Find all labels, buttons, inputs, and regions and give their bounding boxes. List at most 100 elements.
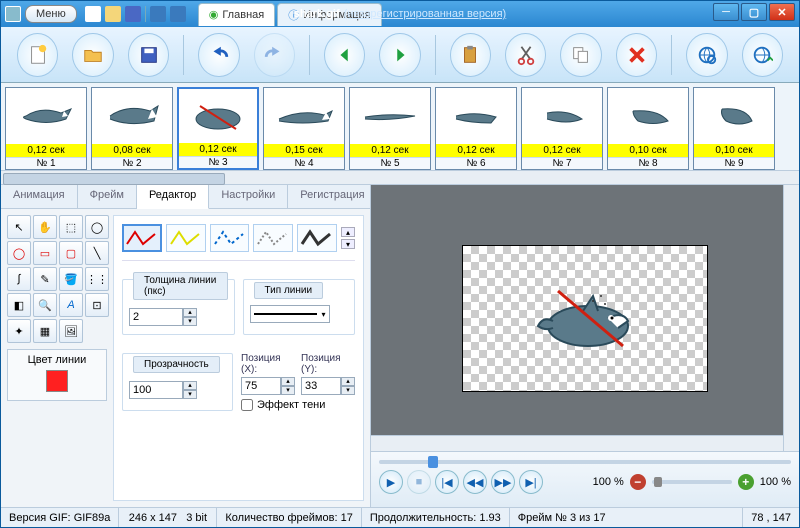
frame-thumb[interactable]: 0,12 сек№ 6	[435, 87, 517, 170]
zoom-tool-icon[interactable]: 🔍	[33, 293, 57, 317]
roundrect-tool-icon[interactable]: ▢	[59, 241, 83, 265]
undo-icon[interactable]	[150, 6, 166, 22]
zoom-out-button[interactable]: −	[630, 474, 646, 490]
zoom-slider[interactable]	[652, 480, 732, 484]
line-tool-icon[interactable]: ╲	[85, 241, 109, 265]
text-tool-icon[interactable]: A	[59, 293, 83, 317]
close-button[interactable]: ✕	[769, 3, 795, 21]
app-icon	[5, 6, 21, 22]
canvas-vscrollbar[interactable]	[783, 185, 799, 451]
lasso-tool-icon[interactable]: ◯	[85, 215, 109, 239]
line-color-box: Цвет линии	[7, 349, 107, 401]
frame-thumb[interactable]: 0,12 сек№ 7	[521, 87, 603, 170]
opacity-label: Прозрачность	[133, 356, 220, 373]
shark-drawing	[533, 276, 643, 356]
spin-down-icon[interactable]: ▾	[183, 317, 197, 326]
play-button[interactable]: ▶	[379, 470, 403, 494]
cut-button[interactable]	[505, 33, 546, 77]
frame-thumb[interactable]: 0,12 сек№ 1	[5, 87, 87, 170]
select-tool-icon[interactable]: ↖	[7, 215, 31, 239]
undo-button[interactable]	[198, 33, 239, 77]
zoom-in-button[interactable]: +	[738, 474, 754, 490]
last-button[interactable]: ▶|	[519, 470, 543, 494]
tab-animation[interactable]: Анимация	[1, 185, 78, 208]
image-tool-icon[interactable]: 🖼	[59, 319, 83, 343]
open-icon[interactable]	[105, 6, 121, 22]
stop-button[interactable]: ■	[407, 470, 431, 494]
canvas-panel: ▶ ■ |◀ ◀◀ ▶▶ ▶| 100 % − + 100 %	[371, 185, 799, 507]
ellipse-tool-icon[interactable]: ◯	[7, 241, 31, 265]
new-icon[interactable]	[85, 6, 101, 22]
effect2-tool-icon[interactable]: ▦	[33, 319, 57, 343]
color-swatch[interactable]	[46, 370, 68, 392]
canvas-hscrollbar[interactable]	[371, 435, 783, 451]
eraser-tool-icon[interactable]: ◧	[7, 293, 31, 317]
copy-button[interactable]	[560, 33, 601, 77]
hand-tool-icon[interactable]: ✋	[33, 215, 57, 239]
curve-tool-icon[interactable]: ∫	[7, 267, 31, 291]
status-bar: Версия GIF: GIF89a 246 x 147 3 bit Колич…	[1, 507, 799, 527]
open-button[interactable]	[72, 33, 113, 77]
opacity-input[interactable]	[129, 381, 183, 399]
posy-input[interactable]	[301, 377, 341, 395]
playback-slider[interactable]	[371, 452, 799, 470]
new-button[interactable]	[17, 33, 58, 77]
web-upload-button[interactable]	[742, 33, 783, 77]
zoom-label-1: 100 %	[593, 476, 624, 488]
redo-icon[interactable]	[170, 6, 186, 22]
thickness-input[interactable]	[129, 308, 183, 326]
web-preview-button[interactable]	[686, 33, 727, 77]
frames-scrollbar[interactable]	[1, 171, 799, 185]
redo-button[interactable]	[254, 33, 295, 77]
maximize-button[interactable]: ▢	[741, 3, 767, 21]
tab-frame[interactable]: Фрейм	[78, 185, 137, 208]
rewind-button[interactable]: ◀◀	[463, 470, 487, 494]
tab-settings[interactable]: Настройки	[209, 185, 288, 208]
left-panel: Анимация Фрейм Редактор Настройки Регист…	[1, 185, 371, 507]
unregistered-link[interactable]: (незарегистрированная версия)	[344, 8, 507, 20]
spray-tool-icon[interactable]: ⋮⋮	[85, 267, 109, 291]
paste-button[interactable]	[450, 33, 491, 77]
style-1[interactable]	[122, 224, 162, 252]
tab-registration[interactable]: Регистрация	[288, 185, 377, 208]
first-button[interactable]: |◀	[435, 470, 459, 494]
style-up-icon[interactable]: ▴	[341, 227, 355, 237]
tab-editor[interactable]: Редактор	[137, 185, 209, 209]
shadow-checkbox[interactable]: Эффект тени	[241, 399, 355, 411]
delete-button[interactable]	[616, 33, 657, 77]
style-3[interactable]	[210, 224, 250, 252]
frame-thumb[interactable]: 0,12 сек№ 5	[349, 87, 431, 170]
tab-main[interactable]: ◉Главная	[198, 3, 275, 26]
effect1-tool-icon[interactable]: ✦	[7, 319, 31, 343]
frame-thumb[interactable]: 0,08 сек№ 2	[91, 87, 173, 170]
linetype-label: Тип линии	[254, 282, 324, 299]
frame-thumb[interactable]: 0,15 сек№ 4	[263, 87, 345, 170]
save-icon[interactable]	[125, 6, 141, 22]
posx-input[interactable]	[241, 377, 281, 395]
spin-up-icon[interactable]: ▴	[183, 308, 197, 317]
ribbon-toolbar	[1, 27, 799, 83]
next-frame-button[interactable]	[379, 33, 420, 77]
forward-button[interactable]: ▶▶	[491, 470, 515, 494]
canvas[interactable]	[462, 245, 708, 392]
crop-tool-icon[interactable]: ⊡	[85, 293, 109, 317]
prev-frame-button[interactable]	[324, 33, 365, 77]
style-4[interactable]	[253, 224, 293, 252]
bucket-tool-icon[interactable]: 🪣	[59, 267, 83, 291]
quick-access-toolbar	[85, 6, 186, 22]
menu-button[interactable]: Меню	[25, 5, 77, 23]
style-2[interactable]	[166, 224, 206, 252]
save-button[interactable]	[128, 33, 169, 77]
frame-thumb[interactable]: 0,12 сек№ 3	[177, 87, 259, 170]
rect-tool-icon[interactable]: ▭	[33, 241, 57, 265]
pencil-tool-icon[interactable]: ✎	[33, 267, 57, 291]
frame-thumb[interactable]: 0,10 сек№ 8	[607, 87, 689, 170]
frame-thumb[interactable]: 0,10 сек№ 9	[693, 87, 775, 170]
titlebar: Меню ◉Главная ⓘИнформация shark.gif(неза…	[1, 1, 799, 27]
minimize-button[interactable]: ─	[713, 3, 739, 21]
style-5[interactable]	[297, 224, 337, 252]
linetype-select[interactable]	[250, 305, 330, 323]
style-down-icon[interactable]: ▾	[341, 239, 355, 249]
marquee-tool-icon[interactable]: ⬚	[59, 215, 83, 239]
line-styles: ▴▾	[122, 224, 355, 261]
